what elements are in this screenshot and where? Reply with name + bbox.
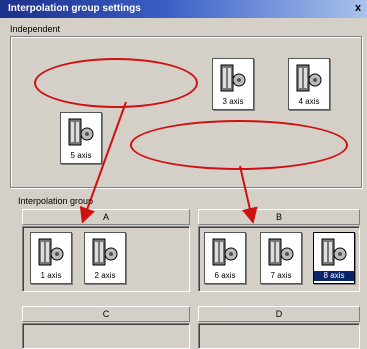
annotation-ellipse-right: [130, 120, 348, 170]
axis-label-7: 7 axis: [270, 271, 292, 280]
group-c-panel[interactable]: [22, 323, 190, 349]
close-icon[interactable]: x: [351, 1, 365, 15]
axis-card-2[interactable]: 2 axis: [84, 232, 126, 284]
group-c-header[interactable]: C: [22, 306, 190, 322]
annotation-ellipse-left: [34, 58, 198, 108]
axis-label-3: 3 axis: [222, 97, 244, 106]
axis-card-4[interactable]: 4 axis: [288, 58, 330, 110]
servo-motor-icon: [321, 238, 347, 266]
servo-motor-icon: [212, 238, 238, 266]
servo-motor-icon: [296, 64, 322, 92]
axis-card-6[interactable]: 6 axis: [204, 232, 246, 284]
title-bar: Interpolation group settings x: [0, 0, 367, 18]
group-a-header[interactable]: A: [22, 209, 190, 225]
axis-label-1: 1 axis: [40, 271, 62, 280]
axis-card-5[interactable]: 5 axis: [60, 112, 102, 164]
group-d-header[interactable]: D: [198, 306, 360, 322]
axis-label-6: 6 axis: [214, 271, 236, 280]
interpolation-group-label: Interpolation group: [18, 196, 94, 206]
servo-motor-icon: [68, 118, 94, 146]
axis-card-7[interactable]: 7 axis: [260, 232, 302, 284]
axis-label-4: 4 axis: [298, 97, 320, 106]
axis-card-3[interactable]: 3 axis: [212, 58, 254, 110]
servo-motor-icon: [92, 238, 118, 266]
servo-motor-icon: [268, 238, 294, 266]
servo-motor-icon: [220, 64, 246, 92]
independent-label: Independent: [10, 24, 61, 34]
group-b-header[interactable]: B: [198, 209, 360, 225]
axis-label-2: 2 axis: [94, 271, 116, 280]
group-d-panel[interactable]: [198, 323, 360, 349]
servo-motor-icon: [38, 238, 64, 266]
axis-label-5: 5 axis: [70, 151, 92, 160]
window-title: Interpolation group settings: [8, 3, 141, 14]
axis-card-1[interactable]: 1 axis: [30, 232, 72, 284]
axis-label-8: 8 axis: [314, 271, 354, 281]
axis-card-8[interactable]: 8 axis: [313, 232, 355, 284]
